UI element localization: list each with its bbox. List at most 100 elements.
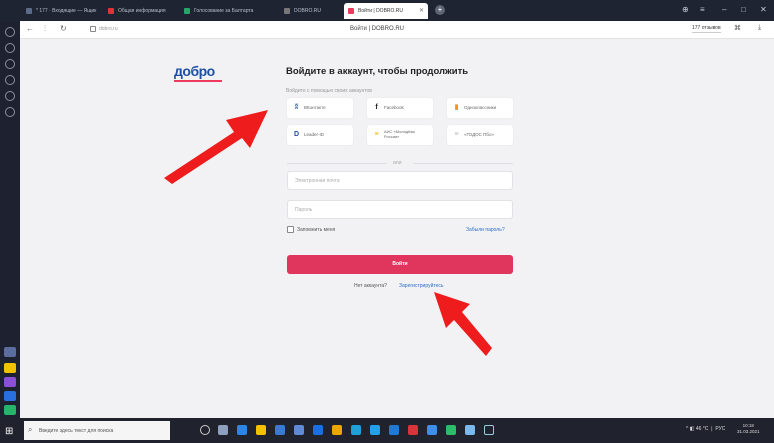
app-icon[interactable] — [465, 425, 475, 435]
social-label: Facebook — [384, 105, 404, 110]
sidebar-extensions-icon[interactable] — [5, 107, 15, 117]
password-field[interactable]: Пароль — [287, 200, 513, 219]
sidebar-app-icon[interactable] — [4, 377, 16, 387]
sidebar-app-icon[interactable] — [4, 405, 16, 415]
clock[interactable]: 10:18 31.03.2021 — [737, 423, 760, 435]
social-godos-button[interactable]: ≡ «ГОДОС Пбо» — [447, 125, 513, 145]
edge-icon[interactable] — [237, 425, 247, 435]
social-label: ВКонтакте — [304, 105, 326, 110]
sidebar-mail-icon[interactable] — [4, 363, 16, 373]
forgot-password-link[interactable]: Забыли пароль? — [466, 227, 505, 233]
browser-tab-bar: * 177 · Входящие — Ящик Общая информация… — [0, 0, 774, 21]
mail-app-icon[interactable] — [294, 425, 304, 435]
windows-start-icon[interactable]: ⊞ — [5, 426, 13, 437]
page-content — [20, 40, 774, 418]
social-label: АИС «Молодёжь России» — [384, 129, 416, 139]
address-bar: ← ⫶ ↻ dobro.ru Войти | DOBRO.RU 177 отзы… — [20, 21, 774, 39]
reload-icon[interactable]: ↻ — [60, 24, 67, 33]
app-icon[interactable] — [351, 425, 361, 435]
tab-label: Войти | DOBRO.RU — [358, 8, 404, 14]
sidebar-history-icon[interactable] — [5, 59, 15, 69]
sidebar-notes-icon[interactable] — [5, 91, 15, 101]
no-account-text: Нет аккаунта? — [354, 283, 387, 289]
social-ok-button[interactable]: ▮ Одноклассники — [447, 98, 513, 118]
page-title: Войти | DOBRO.RU — [350, 26, 405, 32]
maximize-icon[interactable]: □ — [741, 5, 746, 14]
sidebar-app-icon[interactable] — [4, 391, 16, 401]
login-button[interactable]: Войти — [287, 255, 513, 274]
bookmark-star-icon[interactable]: ⌘ — [734, 24, 741, 32]
social-label: Одноклассники — [464, 105, 497, 110]
close-tab-icon[interactable]: ✕ — [419, 7, 424, 14]
logo-underline — [174, 80, 222, 82]
reviews-badge[interactable]: 177 отзывов — [692, 25, 721, 33]
tab-label: Общая информация — [118, 8, 166, 14]
app-icon[interactable] — [484, 425, 494, 435]
dobro-favicon-icon — [348, 8, 354, 14]
tab-login-active[interactable]: Войти | DOBRO.RU ✕ — [344, 3, 428, 19]
social-vk-button[interactable]: ʬ ВКонтакте — [287, 98, 353, 118]
url-text[interactable]: dobro.ru — [99, 26, 118, 32]
browser-sidebar — [0, 21, 20, 418]
login-heading: Войдите в аккаунт, чтобы продолжить — [286, 66, 469, 77]
tab-label: Голосование за Балтарта — [194, 8, 254, 14]
password-placeholder: Пароль — [295, 207, 313, 213]
register-link[interactable]: Зарегистрируйтесь — [399, 283, 443, 289]
red-arrow-annotation — [434, 292, 492, 356]
sidebar-bookmarks-icon[interactable] — [5, 43, 15, 53]
explorer-icon[interactable] — [256, 425, 266, 435]
store-icon[interactable] — [275, 425, 285, 435]
mail-icon — [26, 8, 32, 14]
tab-mail[interactable]: * 177 · Входящие — Ящик — [22, 3, 100, 19]
clock-date: 31.03.2021 — [737, 429, 760, 434]
new-tab-button[interactable]: + — [435, 5, 445, 15]
remember-checkbox[interactable] — [287, 226, 294, 233]
cortana-icon[interactable] — [200, 425, 210, 435]
login-button-label: Войти — [392, 261, 408, 267]
app-icon[interactable] — [408, 425, 418, 435]
search-icon: ⌕ — [28, 425, 33, 434]
or-label: или — [393, 160, 402, 166]
windows-taskbar: ⊞ ⌕ Введите здесь текст для поиска ^ ◧ 4… — [0, 418, 774, 443]
back-icon[interactable]: ← — [26, 24, 34, 33]
ok-icon: ▮ — [454, 104, 459, 111]
menu-icon[interactable]: ≡ — [700, 5, 705, 14]
sidebar-home-icon[interactable] — [5, 27, 15, 37]
search-placeholder: Введите здесь текст для поиска — [39, 428, 114, 434]
leader-id-icon: D — [293, 131, 300, 138]
system-tray[interactable]: ^ ◧ 46 °C ❘ РУС — [686, 426, 725, 432]
app-icon[interactable] — [389, 425, 399, 435]
app-icon[interactable] — [446, 425, 456, 435]
red-arrow-annotation — [164, 110, 268, 184]
sidebar-downloads-icon[interactable] — [5, 75, 15, 85]
sidebar-app-icon[interactable] — [4, 347, 16, 357]
browser-menu-icon[interactable]: ⊕ — [682, 5, 689, 14]
task-view-icon[interactable] — [218, 425, 228, 435]
app-icon[interactable] — [313, 425, 323, 435]
dobro-logo[interactable]: добро — [174, 63, 215, 79]
tab-vote[interactable]: Голосование за Балтарта — [180, 3, 260, 19]
close-window-icon[interactable]: ✕ — [760, 5, 767, 14]
app-icon[interactable] — [427, 425, 437, 435]
app-icon[interactable] — [332, 425, 342, 435]
vote-icon — [184, 8, 190, 14]
tab-info[interactable]: Общая информация — [104, 3, 174, 19]
app-icon[interactable] — [370, 425, 380, 435]
social-facebook-button[interactable]: f Facebook — [367, 98, 433, 118]
email-field[interactable]: Электронная почта — [287, 171, 513, 190]
tab-dobro[interactable]: DOBRO.RU — [280, 3, 340, 19]
download-icon[interactable]: ⤓ — [758, 24, 761, 32]
taskbar-search[interactable]: ⌕ Введите здесь текст для поиска — [24, 421, 170, 440]
minimize-icon[interactable]: – — [722, 5, 726, 14]
vk-icon: ʬ — [294, 104, 299, 111]
remember-label[interactable]: Запомнить меня — [297, 227, 335, 233]
bookmark-icon[interactable]: ⫶ — [44, 24, 46, 34]
social-ais-button[interactable]: ≡ АИС «Молодёжь России» — [367, 125, 433, 145]
doc-icon — [108, 8, 114, 14]
social-leader-id-button[interactable]: D Leader-ID — [287, 125, 353, 145]
divider-right — [413, 163, 513, 164]
social-label: Leader-ID — [304, 132, 325, 137]
social-label: «ГОДОС Пбо» — [464, 132, 494, 137]
lock-icon — [90, 26, 96, 32]
site-icon — [284, 8, 290, 14]
